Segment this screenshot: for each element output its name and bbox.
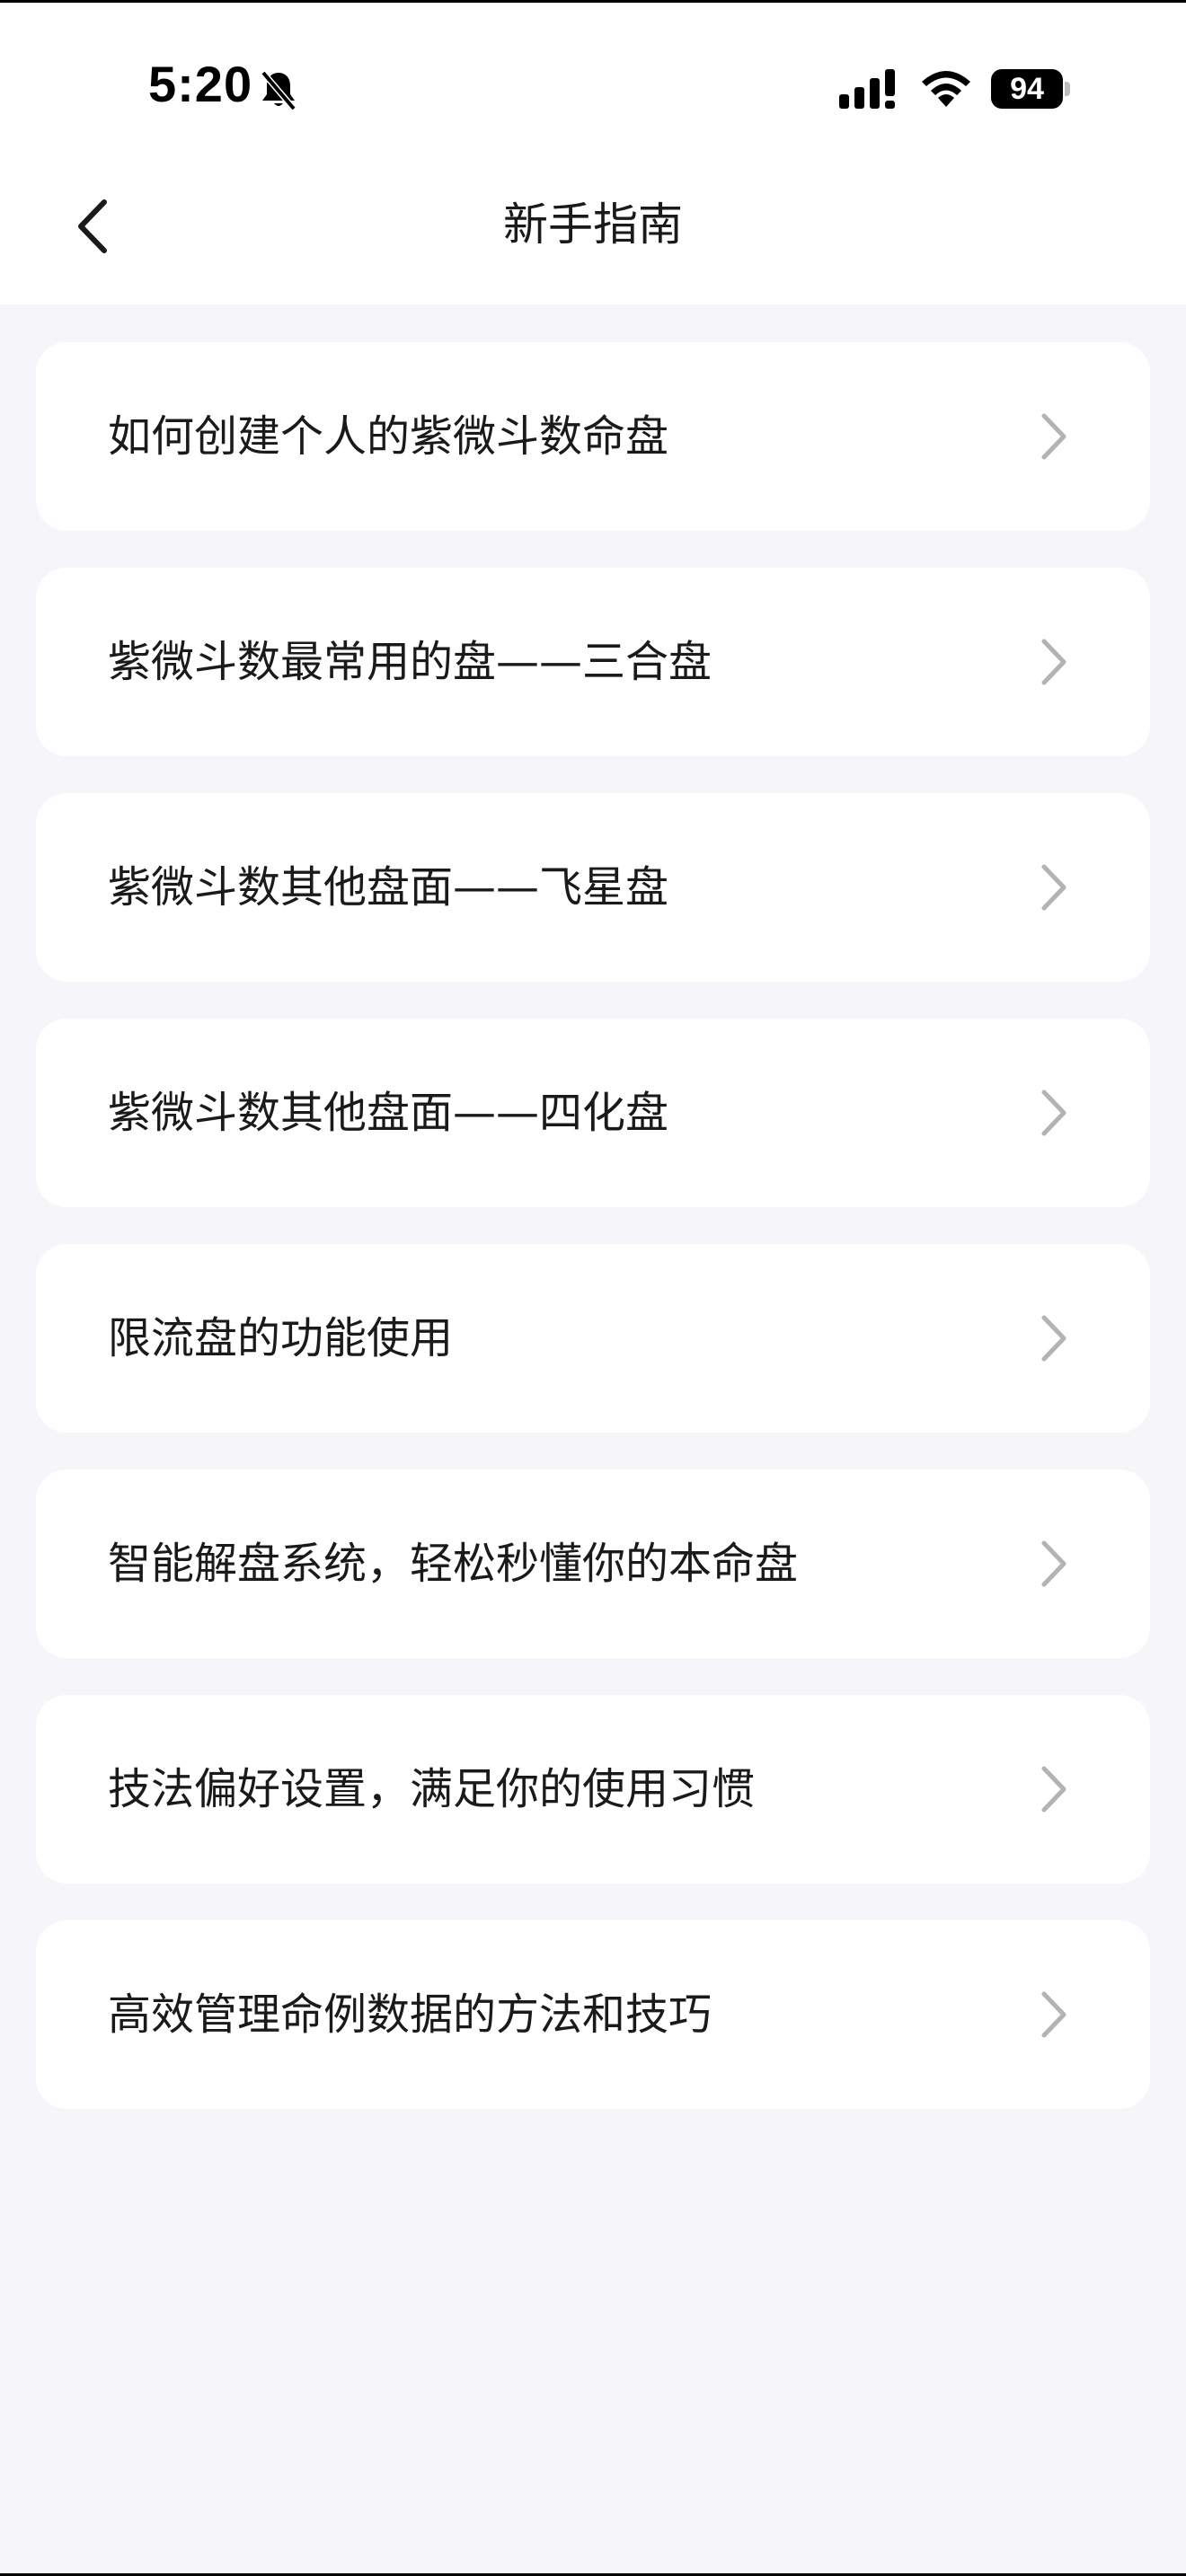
chevron-right-icon — [1041, 639, 1067, 685]
guide-item-sanhe-chart[interactable]: 紫微斗数最常用的盘——三合盘 — [36, 568, 1150, 756]
guide-item-label: 技法偏好设置，满足你的使用习惯 — [108, 1764, 756, 1814]
chevron-right-icon — [1041, 1090, 1067, 1136]
battery-icon: 94 — [991, 69, 1070, 109]
bell-slash-icon — [256, 67, 301, 112]
chevron-right-icon — [1041, 1766, 1067, 1813]
battery-level: 94 — [1010, 72, 1044, 106]
wifi-icon — [918, 67, 974, 109]
guide-item-label: 高效管理命例数据的方法和技巧 — [108, 1989, 712, 2040]
guide-item-label: 紫微斗数其他盘面——四化盘 — [108, 1088, 669, 1138]
chevron-right-icon — [1041, 1540, 1067, 1587]
guide-item-label: 限流盘的功能使用 — [108, 1313, 454, 1363]
guide-item-sihua-chart[interactable]: 紫微斗数其他盘面——四化盘 — [36, 1019, 1150, 1207]
guide-item-create-chart[interactable]: 如何创建个人的紫微斗数命盘 — [36, 342, 1150, 531]
guide-item-label: 紫微斗数最常用的盘——三合盘 — [108, 637, 712, 687]
guide-item-liuliu-chart[interactable]: 限流盘的功能使用 — [36, 1244, 1150, 1433]
chevron-right-icon — [1041, 413, 1067, 460]
guide-item-data-management[interactable]: 高效管理命例数据的方法和技巧 — [36, 1920, 1150, 2109]
guide-list: 如何创建个人的紫微斗数命盘 紫微斗数最常用的盘——三合盘 紫微斗数其他盘面——飞… — [36, 342, 1150, 2146]
chevron-right-icon — [1041, 1315, 1067, 1362]
signal-icon — [839, 69, 900, 109]
guide-item-feixing-chart[interactable]: 紫微斗数其他盘面——飞星盘 — [36, 793, 1150, 982]
guide-item-label: 智能解盘系统，轻松秒懂你的本命盘 — [108, 1539, 799, 1589]
guide-item-label: 紫微斗数其他盘面——飞星盘 — [108, 862, 669, 913]
chevron-right-icon — [1041, 864, 1067, 911]
guide-item-label: 如何创建个人的紫微斗数命盘 — [108, 411, 669, 462]
status-time: 5:20 — [148, 56, 253, 112]
guide-item-preferences[interactable]: 技法偏好设置，满足你的使用习惯 — [36, 1695, 1150, 1883]
nav-bar: 新手指南 — [0, 173, 1186, 304]
guide-item-smart-reading[interactable]: 智能解盘系统，轻松秒懂你的本命盘 — [36, 1469, 1150, 1658]
chevron-right-icon — [1041, 1991, 1067, 2038]
page-title: 新手指南 — [503, 198, 683, 251]
status-bar: 5:20 94 — [0, 3, 1186, 173]
